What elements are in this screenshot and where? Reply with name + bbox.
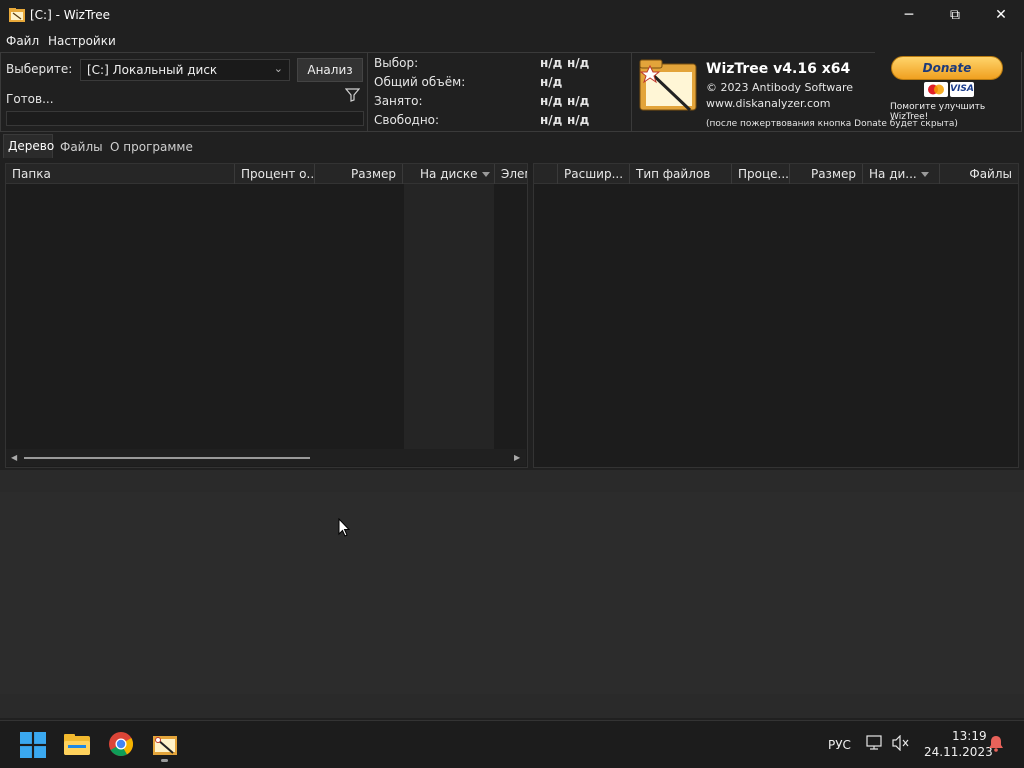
stat-used-value1: н/д — [540, 94, 563, 108]
progress-bar — [6, 111, 364, 126]
wiztree-taskbar-icon[interactable] — [152, 732, 178, 758]
clock-date[interactable]: 24.11.2023 — [924, 745, 993, 759]
stat-selection-value1: н/д — [540, 56, 563, 70]
ext-col-on-disk[interactable]: На ди... — [863, 164, 940, 184]
ext-col-size[interactable]: Размер — [790, 164, 863, 184]
active-app-indicator — [161, 759, 168, 762]
ext-col-extension[interactable]: Расшир... — [558, 164, 630, 184]
visa-card-icon: VISA — [950, 82, 974, 97]
ext-col-files[interactable]: Файлы — [940, 164, 1018, 184]
file-explorer-icon[interactable] — [64, 732, 90, 758]
stat-total-value1: н/д — [540, 75, 563, 89]
title-bar: [C:] - WizTree ─ ⧉ ✕ — [0, 0, 1024, 30]
chrome-icon[interactable] — [108, 731, 134, 757]
close-button[interactable]: ✕ — [978, 0, 1024, 30]
scroll-right-icon[interactable]: ▶ — [514, 453, 520, 462]
wiztree-app-icon — [9, 8, 25, 22]
menu-file[interactable]: Файл — [6, 34, 39, 48]
website-link[interactable]: www.diskanalyzer.com — [706, 97, 831, 110]
notification-bell-icon[interactable] — [988, 735, 1004, 752]
stat-free-value2: н/д — [567, 113, 590, 127]
tree-col-size[interactable]: Размер — [315, 164, 403, 184]
tree-table-header: Папка Процент о... Размер На диске Элем — [6, 164, 527, 184]
sort-descending-icon — [920, 172, 929, 177]
horizontal-scrollbar[interactable]: ◀ ▶ — [6, 449, 526, 466]
maximize-button[interactable]: ⧉ — [932, 0, 978, 30]
stat-free-label: Свободно: — [374, 113, 440, 127]
window-title: [C:] - WizTree — [30, 8, 110, 22]
status-text: Готов... — [6, 92, 54, 106]
product-name: WizTree v4.16 x64 — [706, 61, 851, 77]
donate-help-text: Помогите улучшить WizTree! — [890, 102, 986, 122]
stat-used-value2: н/д — [567, 94, 590, 108]
drive-select-value: [C:] Локальный диск — [87, 63, 218, 77]
folder-tree-table[interactable]: Папка Процент о... Размер На диске Элем — [5, 163, 528, 468]
volume-muted-icon[interactable] — [892, 735, 910, 751]
stat-selection-label: Выбор: — [374, 56, 419, 70]
clock-time[interactable]: 13:19 — [952, 729, 987, 743]
ext-table-header: Расшир... Тип файлов Проце... Размер На … — [534, 164, 1018, 184]
scrollbar-thumb[interactable] — [24, 457, 310, 459]
minimize-button[interactable]: ─ — [886, 0, 932, 30]
sorted-column-shade — [404, 184, 494, 450]
ext-col-type[interactable]: Тип файлов — [630, 164, 732, 184]
drive-select[interactable]: [C:] Локальный диск ⌄ — [80, 59, 290, 81]
chevron-down-icon: ⌄ — [273, 62, 283, 75]
ext-col-percent[interactable]: Проце... — [732, 164, 790, 184]
menu-bar: Файл Настройки — [0, 30, 1024, 52]
tree-col-folder[interactable]: Папка — [6, 164, 235, 184]
treemap-area[interactable] — [0, 470, 1024, 718]
sort-descending-icon — [481, 172, 490, 177]
network-icon[interactable] — [866, 735, 884, 751]
analyze-button[interactable]: Анализ — [297, 58, 363, 82]
windows-start-icon[interactable] — [20, 732, 46, 758]
tab-about[interactable]: О программе — [110, 140, 193, 154]
file-types-table[interactable]: Расшир... Тип файлов Проце... Размер На … — [533, 163, 1019, 468]
wiztree-logo-icon — [639, 59, 697, 112]
language-indicator[interactable]: РУС — [828, 738, 851, 752]
tree-col-on-disk[interactable]: На диске — [403, 164, 495, 184]
menu-settings[interactable]: Настройки — [48, 34, 116, 48]
tab-tree[interactable]: Дерево — [8, 139, 54, 153]
tab-files[interactable]: Файлы — [60, 140, 103, 154]
select-drive-label: Выберите: — [6, 62, 73, 76]
stat-used-label: Занято: — [374, 94, 423, 108]
stat-total-label: Общий объём: — [374, 75, 466, 89]
stat-free-value1: н/д — [540, 113, 563, 127]
scroll-left-icon[interactable]: ◀ — [11, 453, 17, 462]
filter-icon[interactable] — [345, 88, 360, 102]
tree-col-items[interactable]: Элем — [495, 164, 527, 184]
ext-col-icon[interactable] — [534, 164, 558, 184]
copyright-text: © 2023 Antibody Software — [706, 81, 854, 94]
mastercard-icon — [924, 82, 948, 97]
tree-col-on-disk-label: На диске — [420, 167, 478, 181]
treemap-canvas[interactable] — [0, 492, 1024, 694]
stat-selection-value2: н/д — [567, 56, 590, 70]
donate-button[interactable]: Donate — [891, 56, 1003, 80]
tree-col-percent[interactable]: Процент о... — [235, 164, 315, 184]
mouse-cursor-icon — [338, 518, 350, 537]
ext-col-on-disk-label: На ди... — [869, 167, 917, 181]
